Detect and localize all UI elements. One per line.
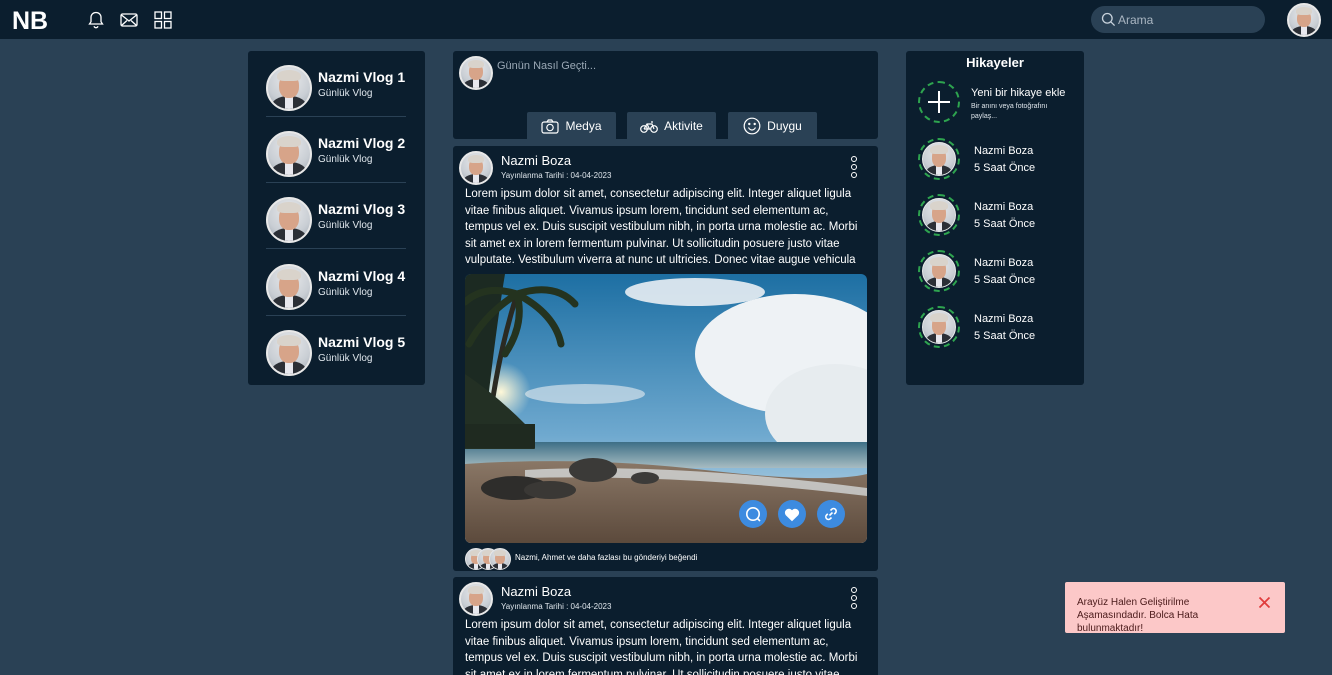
avatar <box>922 254 956 288</box>
vlog-title: Nazmi Vlog 5 <box>318 334 406 350</box>
story-item[interactable]: Nazmi Boza 5 Saat Önce <box>918 306 1078 350</box>
author-avatar[interactable] <box>459 151 493 185</box>
author-name[interactable]: Nazmi Boza <box>501 584 571 599</box>
avatar <box>922 142 956 176</box>
story-time: 5 Saat Önce <box>974 274 1036 286</box>
close-icon[interactable] <box>1258 596 1271 609</box>
story-name: Nazmi Boza <box>974 257 1034 269</box>
mood-label: Duygu <box>767 119 802 133</box>
media-button[interactable]: Medya <box>527 112 616 140</box>
story-ring <box>918 250 960 292</box>
story-name: Nazmi Boza <box>974 201 1034 213</box>
search-input[interactable] <box>1118 6 1258 33</box>
share-link-button[interactable] <box>817 500 845 528</box>
story-name: Nazmi Boza <box>974 313 1034 325</box>
smiley-icon <box>743 117 761 135</box>
avatar <box>266 197 312 243</box>
mood-button[interactable]: Duygu <box>728 112 817 140</box>
toast-message: Arayüz Halen Geliştirilme Aşamasındadır.… <box>1077 597 1199 634</box>
avatar <box>459 56 493 90</box>
post-card: Nazmi Boza Yayınlanma Tarihi : 04-04-202… <box>453 146 878 571</box>
add-story-title[interactable]: Yeni bir hikaye ekle <box>971 87 1065 99</box>
bell-icon[interactable] <box>86 10 106 30</box>
vlog-title: Nazmi Vlog 2 <box>318 135 406 151</box>
comment-icon <box>746 507 761 522</box>
vlog-subtitle: Günlük Vlog <box>318 353 373 364</box>
vlog-subtitle: Günlük Vlog <box>318 287 373 298</box>
post-card: Nazmi Boza Yayınlanma Tarihi : 04-04-202… <box>453 577 878 675</box>
avatar <box>922 198 956 232</box>
story-item[interactable]: Nazmi Boza 5 Saat Önce <box>918 250 1078 294</box>
avatar <box>266 264 312 310</box>
activity-button[interactable]: Aktivite <box>627 112 716 140</box>
profile-avatar[interactable] <box>1287 3 1321 37</box>
status-input[interactable] <box>497 57 857 75</box>
search-bar <box>1091 6 1265 33</box>
comment-button[interactable] <box>739 500 767 528</box>
vlog-item[interactable]: Nazmi Vlog 1 Günlük Vlog <box>266 51 406 117</box>
avatar <box>489 548 511 570</box>
author-avatar[interactable] <box>459 582 493 616</box>
avatar <box>266 131 312 177</box>
post-date: Yayınlanma Tarihi : 04-04-2023 <box>501 171 612 180</box>
camera-icon <box>541 118 560 134</box>
vlog-title: Nazmi Vlog 1 <box>318 69 406 85</box>
bicycle-icon <box>640 120 659 133</box>
post-photo[interactable] <box>465 274 867 543</box>
plus-icon <box>928 91 950 113</box>
story-ring <box>918 194 960 236</box>
logo[interactable]: NB <box>12 7 48 36</box>
vlog-item[interactable]: Nazmi Vlog 5 Günlük Vlog <box>266 316 406 382</box>
story-time: 5 Saat Önce <box>974 330 1036 342</box>
add-story-subtitle: Bir anını veya fotoğrafını paylaş... <box>971 103 1048 120</box>
post-text: Lorem ipsum dolor sit amet, consectetur … <box>465 619 858 675</box>
stories-panel: Hikayeler Yeni bir hikaye ekle Bir anını… <box>906 51 1084 385</box>
beach-photo <box>465 274 867 543</box>
link-icon <box>825 507 837 521</box>
post-date: Yayınlanma Tarihi : 04-04-2023 <box>501 602 612 611</box>
heart-icon <box>784 508 800 521</box>
more-options-icon[interactable] <box>851 587 859 611</box>
stories-title: Hikayeler <box>966 55 1024 70</box>
search-icon <box>1101 12 1116 27</box>
post-text: Lorem ipsum dolor sit amet, consectetur … <box>465 188 858 267</box>
vlog-list-panel: Nazmi Vlog 1 Günlük Vlog Nazmi Vlog 2 Gü… <box>248 51 425 385</box>
avatar <box>266 330 312 376</box>
vlog-subtitle: Günlük Vlog <box>318 220 373 231</box>
top-navbar: NB <box>0 0 1332 39</box>
mail-icon[interactable] <box>119 10 139 30</box>
story-item[interactable]: Nazmi Boza 5 Saat Önce <box>918 138 1078 182</box>
story-ring <box>918 306 960 348</box>
post-composer: Medya Aktivite Duygu <box>453 51 878 140</box>
vlog-title: Nazmi Vlog 4 <box>318 268 406 284</box>
like-button[interactable] <box>778 500 806 528</box>
vlog-item[interactable]: Nazmi Vlog 3 Günlük Vlog <box>266 183 406 249</box>
vlog-subtitle: Günlük Vlog <box>318 88 373 99</box>
likes-summary: Nazmi, Ahmet ve daha fazlası bu gönderiy… <box>515 553 698 562</box>
vlog-title: Nazmi Vlog 3 <box>318 201 406 217</box>
vlog-subtitle: Günlük Vlog <box>318 154 373 165</box>
story-item[interactable]: Nazmi Boza 5 Saat Önce <box>918 194 1078 238</box>
story-time: 5 Saat Önce <box>974 218 1036 230</box>
story-name: Nazmi Boza <box>974 145 1034 157</box>
vlog-item[interactable]: Nazmi Vlog 4 Günlük Vlog <box>266 250 406 316</box>
author-name[interactable]: Nazmi Boza <box>501 153 571 168</box>
story-ring <box>918 138 960 180</box>
story-time: 5 Saat Önce <box>974 162 1036 174</box>
error-toast: Arayüz Halen Geliştirilme Aşamasındadır.… <box>1065 582 1285 634</box>
media-label: Medya <box>565 119 602 133</box>
grid-icon[interactable] <box>153 10 173 30</box>
vlog-item[interactable]: Nazmi Vlog 2 Günlük Vlog <box>266 117 406 183</box>
add-story-button[interactable] <box>918 81 960 123</box>
avatar <box>922 310 956 344</box>
more-options-icon[interactable] <box>851 156 859 180</box>
avatar <box>266 65 312 111</box>
activity-label: Aktivite <box>664 119 703 133</box>
